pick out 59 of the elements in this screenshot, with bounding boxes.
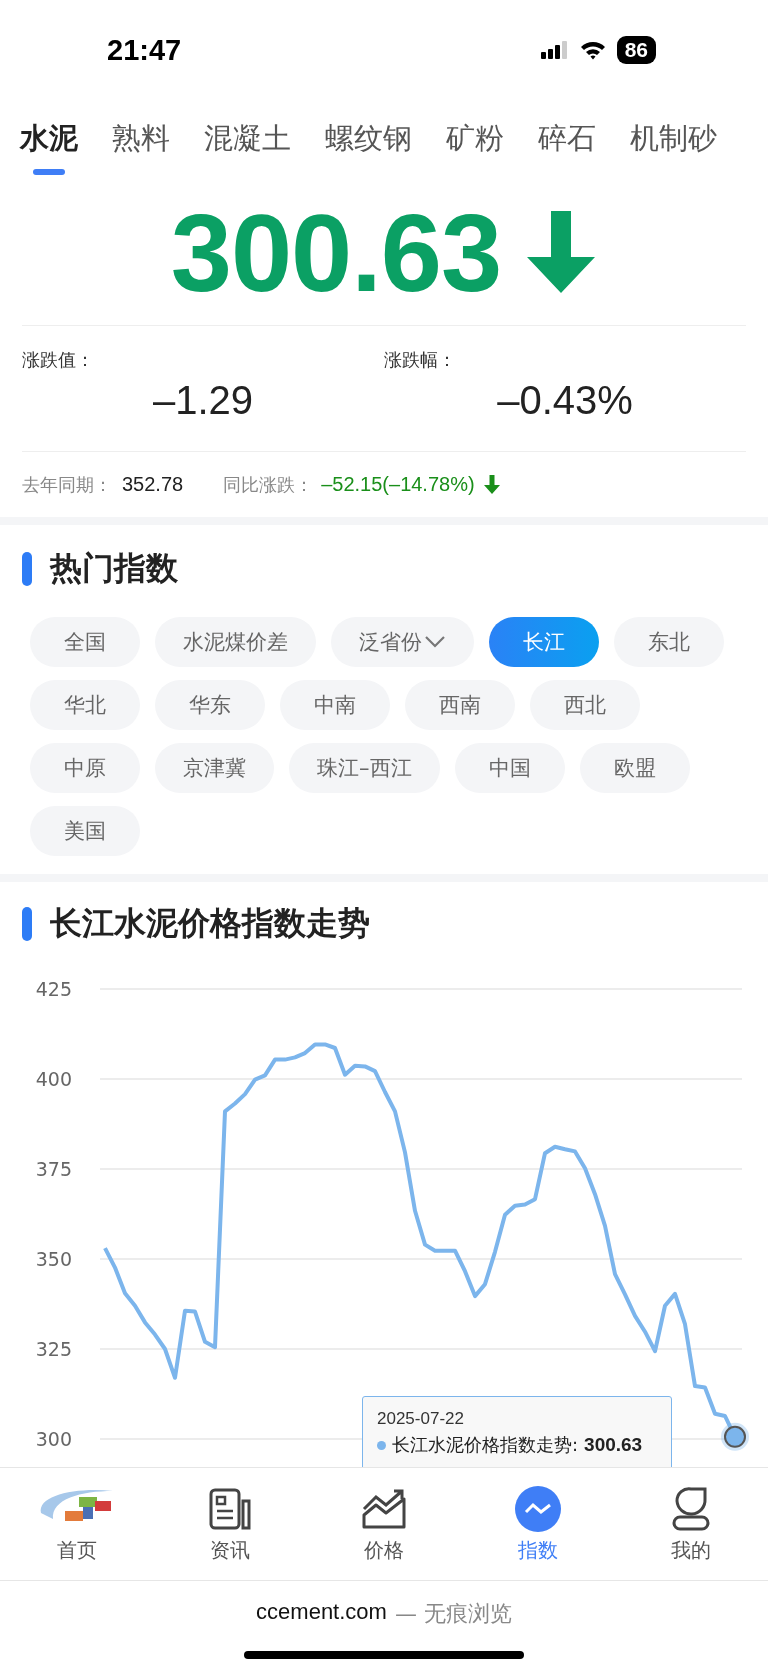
browser-domain: ccement.com xyxy=(256,1599,387,1626)
data-point-marker xyxy=(721,1422,749,1451)
battery-indicator: 86 xyxy=(616,36,656,64)
category-tab[interactable]: 矿粉 xyxy=(446,105,504,175)
wave-icon xyxy=(513,1484,562,1533)
section-marker xyxy=(22,552,32,586)
axis-label: 300 xyxy=(35,1428,72,1450)
axis-label: 425 xyxy=(35,978,72,1000)
signal-icon xyxy=(540,41,569,59)
category-tab[interactable]: 螺纹钢 xyxy=(325,105,412,175)
region-chip[interactable]: 全国 xyxy=(30,617,140,667)
region-chip[interactable]: 美国 xyxy=(30,806,140,856)
section-title: 热门指数 xyxy=(50,548,178,589)
region-chip[interactable]: 水泥煤价差 xyxy=(155,617,316,667)
last-year-value: 352.78 xyxy=(122,473,184,496)
axis-label: 350 xyxy=(35,1248,72,1270)
region-chip[interactable]: 欧盟 xyxy=(579,743,690,793)
region-chip[interactable]: 珠江–西江 xyxy=(289,743,440,793)
nav-tab[interactable]: 价格 xyxy=(307,1468,461,1580)
change-value: –0.43% xyxy=(497,378,633,423)
axis-label: 325 xyxy=(35,1338,72,1360)
last-year-label: 去年同期： xyxy=(22,472,112,497)
nav-tab[interactable]: 我的 xyxy=(614,1468,768,1580)
region-chip[interactable]: 中原 xyxy=(30,743,140,793)
region-chip[interactable]: 西北 xyxy=(530,680,640,730)
change-label: 涨跌幅： xyxy=(384,348,457,372)
region-chip[interactable]: 华东 xyxy=(155,680,265,730)
chevron-down-icon xyxy=(424,635,446,649)
region-chip[interactable]: 华北 xyxy=(30,680,140,730)
nav-tab[interactable]: 首页 xyxy=(0,1468,154,1580)
tooltip-value: 300.63 xyxy=(584,1434,643,1456)
section-marker xyxy=(22,907,32,941)
index-value: 300.63 xyxy=(170,190,502,316)
region-chip[interactable]: 东北 xyxy=(614,617,724,667)
user-icon xyxy=(671,1484,712,1533)
yoy-change-label: 同比涨跌： xyxy=(223,472,314,497)
region-chip[interactable]: 长江 xyxy=(489,617,599,667)
category-tab[interactable]: 碎石 xyxy=(538,105,596,175)
nav-tab[interactable]: 资讯 xyxy=(153,1468,308,1580)
region-chip[interactable]: 泛省份 xyxy=(331,617,474,667)
region-chip[interactable]: 中国 xyxy=(454,743,565,793)
browsing-mode: — 无痕浏览 xyxy=(394,1600,512,1628)
yoy-change-value: –52.15(–14.78%) xyxy=(321,473,475,496)
region-chip[interactable]: 西南 xyxy=(405,680,515,730)
section-title: 长江水泥价格指数走势 xyxy=(50,903,370,944)
region-chip[interactable]: 京津冀 xyxy=(155,743,274,793)
category-tab[interactable]: 机制砂 xyxy=(630,105,717,175)
tooltip-series: 长江水泥价格指数走势: xyxy=(392,1433,579,1457)
category-tab[interactable]: 水泥 xyxy=(20,105,78,175)
change-label: 涨跌值： xyxy=(22,348,95,372)
axis-label: 375 xyxy=(35,1158,72,1180)
change-value: –1.29 xyxy=(152,378,254,423)
region-chip[interactable]: 中南 xyxy=(280,680,390,730)
axis-label: 400 xyxy=(35,1068,72,1090)
tooltip-date: 2025-07-22 xyxy=(377,1409,465,1429)
nav-tab[interactable]: 指数 xyxy=(460,1468,615,1580)
category-tab[interactable]: 熟料 xyxy=(112,105,170,175)
category-tab[interactable]: 混凝土 xyxy=(204,105,291,175)
status-time: 21:47 xyxy=(107,33,182,67)
